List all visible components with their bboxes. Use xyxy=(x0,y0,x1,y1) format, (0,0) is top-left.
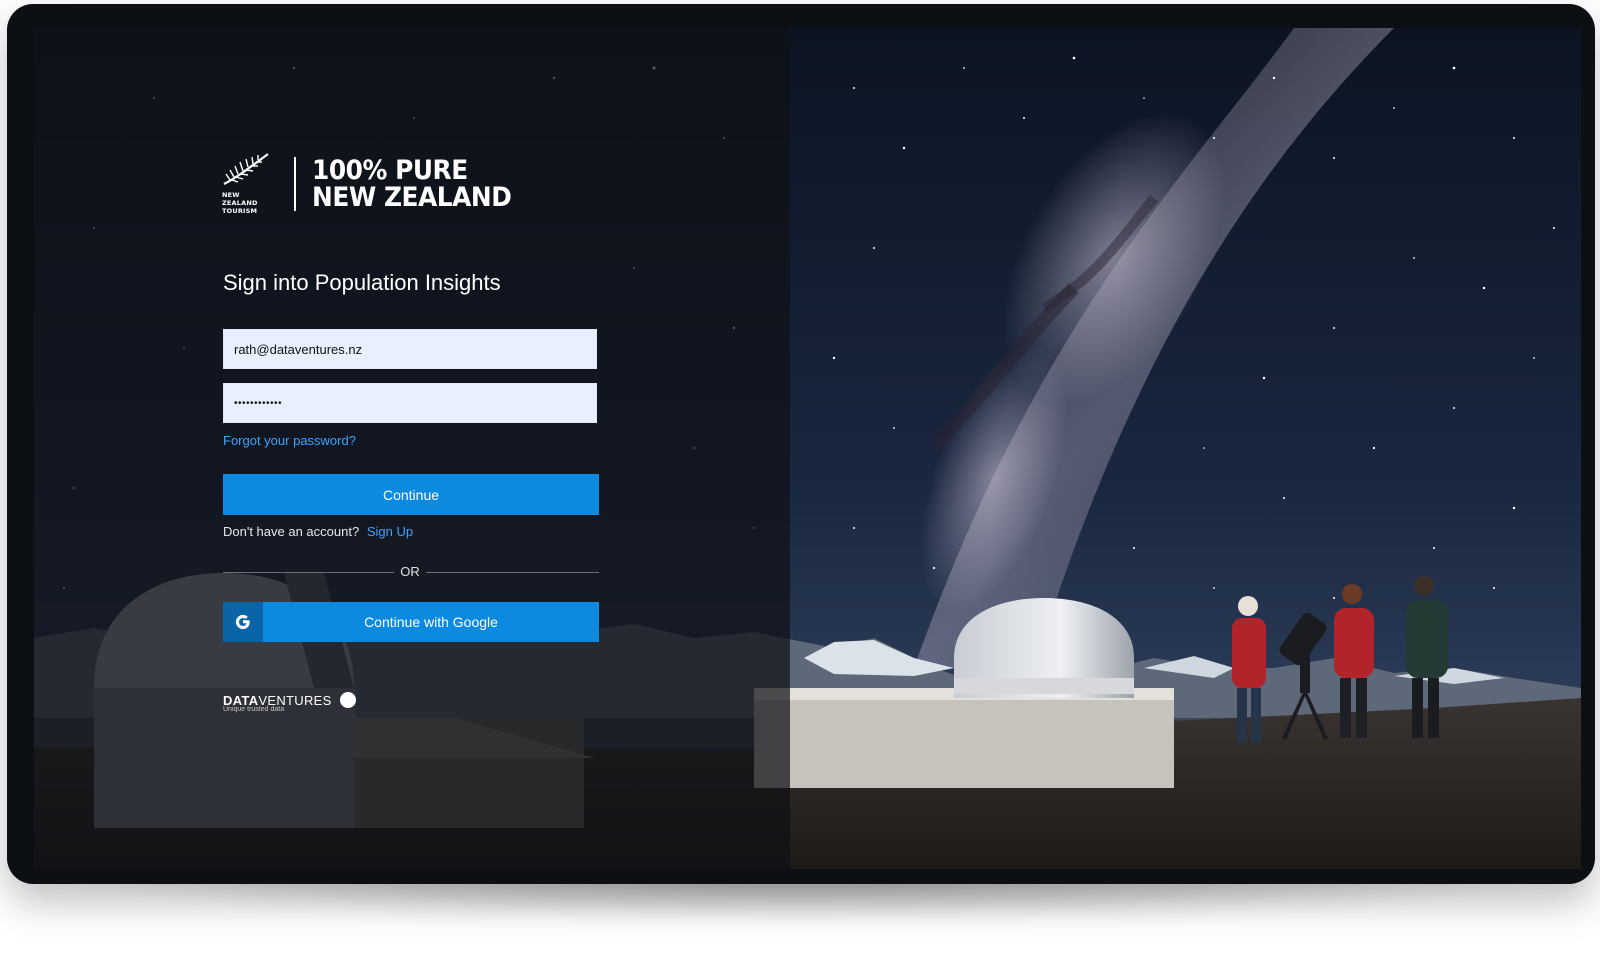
logo-divider xyxy=(294,156,296,211)
signup-link[interactable]: Sign Up xyxy=(367,524,413,539)
device-frame: NEW ZEALAND TOURISM 100% PURE NEW ZEALAN… xyxy=(7,4,1595,884)
signup-row: Don't have an account? Sign Up xyxy=(223,524,413,539)
brand-title-line2: NEW ZEALAND xyxy=(312,181,512,213)
brand-title-line1: 100% PURE xyxy=(312,154,468,186)
no-account-text: Don't have an account? xyxy=(223,524,360,539)
google-signin-button[interactable]: Continue with Google xyxy=(223,602,599,642)
or-text: OR xyxy=(400,564,420,579)
brand-wordmark: 100% PURE NEW ZEALAND xyxy=(312,157,529,211)
page-title: Sign into Population Insights xyxy=(223,270,501,295)
fern-caption-line1: NEW ZEALAND xyxy=(222,191,258,207)
fern-caption-line2: TOURISM xyxy=(222,207,258,215)
email-value: rath@dataventures.nz xyxy=(234,341,363,357)
continue-button-label: Continue xyxy=(382,486,440,503)
google-g-icon xyxy=(235,614,250,630)
screen: NEW ZEALAND TOURISM 100% PURE NEW ZEALAN… xyxy=(34,28,1581,869)
forgot-password-link[interactable]: Forgot your password? xyxy=(223,433,356,448)
google-icon-tile xyxy=(223,602,263,642)
google-button-label: Continue with Google xyxy=(364,614,498,630)
data-ventures-logo: DATA VENTURES Unique trusted data xyxy=(223,692,356,713)
continue-button[interactable]: Continue xyxy=(223,474,599,515)
divider-line-right xyxy=(426,572,599,573)
fern-icon xyxy=(223,153,269,185)
fern-logo: NEW ZEALAND TOURISM xyxy=(222,152,276,215)
circle-icon xyxy=(339,692,356,708)
or-divider: OR xyxy=(223,563,599,581)
divider-line-left xyxy=(223,572,394,573)
password-field[interactable]: •••••••••••• xyxy=(223,383,597,423)
email-field[interactable]: rath@dataventures.nz xyxy=(223,329,597,369)
password-value: •••••••••••• xyxy=(234,397,283,409)
nz-tourism-logo: NEW ZEALAND TOURISM 100% PURE NEW ZEALAN… xyxy=(222,152,529,215)
